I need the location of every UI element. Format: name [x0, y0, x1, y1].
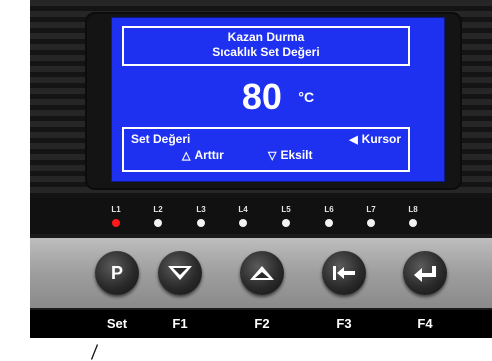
f2-up-button[interactable] — [240, 251, 284, 295]
led-indicator — [409, 219, 417, 227]
led-indicator — [282, 219, 290, 227]
f1-down-button[interactable] — [158, 251, 202, 295]
hint-cursor: ◀ Kursor — [349, 132, 401, 146]
led-label: L3 — [196, 205, 206, 214]
led-indicator — [197, 219, 205, 227]
led-7: L7 — [356, 198, 386, 227]
title-box: Kazan Durma Sıcaklık Set Değeri — [122, 26, 410, 66]
f3-key-label: F3 — [336, 316, 352, 331]
hint-increase-label: Arttır — [194, 148, 224, 162]
lcd-screen: Kazan Durma Sıcaklık Set Değeri 80 °C Se… — [111, 17, 445, 182]
led-indicator — [325, 219, 333, 227]
led-label: L4 — [238, 205, 248, 214]
hint-increase: △ Arttır — [182, 148, 224, 162]
led-label: L2 — [153, 205, 163, 214]
function-key-labels: Set F1 F2 F3 F4 — [30, 310, 492, 338]
f4-enter-button[interactable] — [403, 251, 447, 295]
hint-decrease-label: Eksilt — [280, 148, 313, 162]
led-indicator — [367, 219, 375, 227]
down-triangle-icon: ▽ — [268, 150, 277, 162]
led-strip: L1 L2 L3 L4 L5 L6 L7 L8 — [30, 198, 492, 234]
pen-mark-icon — [91, 344, 98, 360]
controller-device: Kazan Durma Sıcaklık Set Değeri 80 °C Se… — [30, 0, 492, 338]
left-triangle-icon: ◀ — [349, 134, 358, 146]
f3-cursor-button[interactable] — [322, 251, 366, 295]
led-5: L5 — [271, 198, 301, 227]
led-label: L7 — [366, 205, 376, 214]
unit-label: °C — [298, 89, 315, 105]
arrow-left-bar-icon — [333, 266, 355, 280]
p-key-label: P — [110, 262, 123, 283]
hint-decrease: ▽ Eksilt — [268, 148, 312, 162]
f1-key-label: F1 — [172, 316, 188, 331]
f2-key-label: F2 — [254, 316, 270, 331]
led-8: L8 — [398, 198, 428, 227]
title-line-1: Kazan Durma — [227, 30, 305, 44]
led-4: L4 — [228, 198, 258, 227]
led-label: L5 — [281, 205, 291, 214]
value-row: 80 °C — [112, 76, 444, 118]
chevron-down-icon — [168, 266, 192, 280]
up-triangle-icon: △ — [182, 150, 191, 162]
led-label: L8 — [408, 205, 418, 214]
hint-cursor-label: Kursor — [361, 132, 401, 146]
led-1: L1 — [101, 198, 131, 227]
keypad-panel: P — [30, 238, 492, 308]
hint-box: Set Değeri ◀ Kursor △ Arttır ▽ Eksilt — [122, 127, 410, 172]
led-indicator-on — [112, 219, 120, 227]
f4-key-label: F4 — [417, 316, 433, 331]
setpoint-value: 80 — [241, 76, 282, 117]
hint-set-value: Set Değeri — [131, 132, 191, 146]
set-key-label: Set — [106, 316, 128, 331]
led-6: L6 — [314, 198, 344, 227]
led-3: L3 — [186, 198, 216, 227]
led-label: L1 — [111, 205, 121, 214]
led-indicator — [154, 219, 162, 227]
led-indicator — [239, 219, 247, 227]
title-line-2: Sıcaklık Set Değeri — [212, 45, 320, 59]
led-label: L6 — [324, 205, 334, 214]
led-2: L2 — [143, 198, 173, 227]
enter-icon — [414, 266, 436, 282]
chevron-up-icon — [250, 266, 274, 280]
p-key-button[interactable]: P — [95, 251, 139, 295]
